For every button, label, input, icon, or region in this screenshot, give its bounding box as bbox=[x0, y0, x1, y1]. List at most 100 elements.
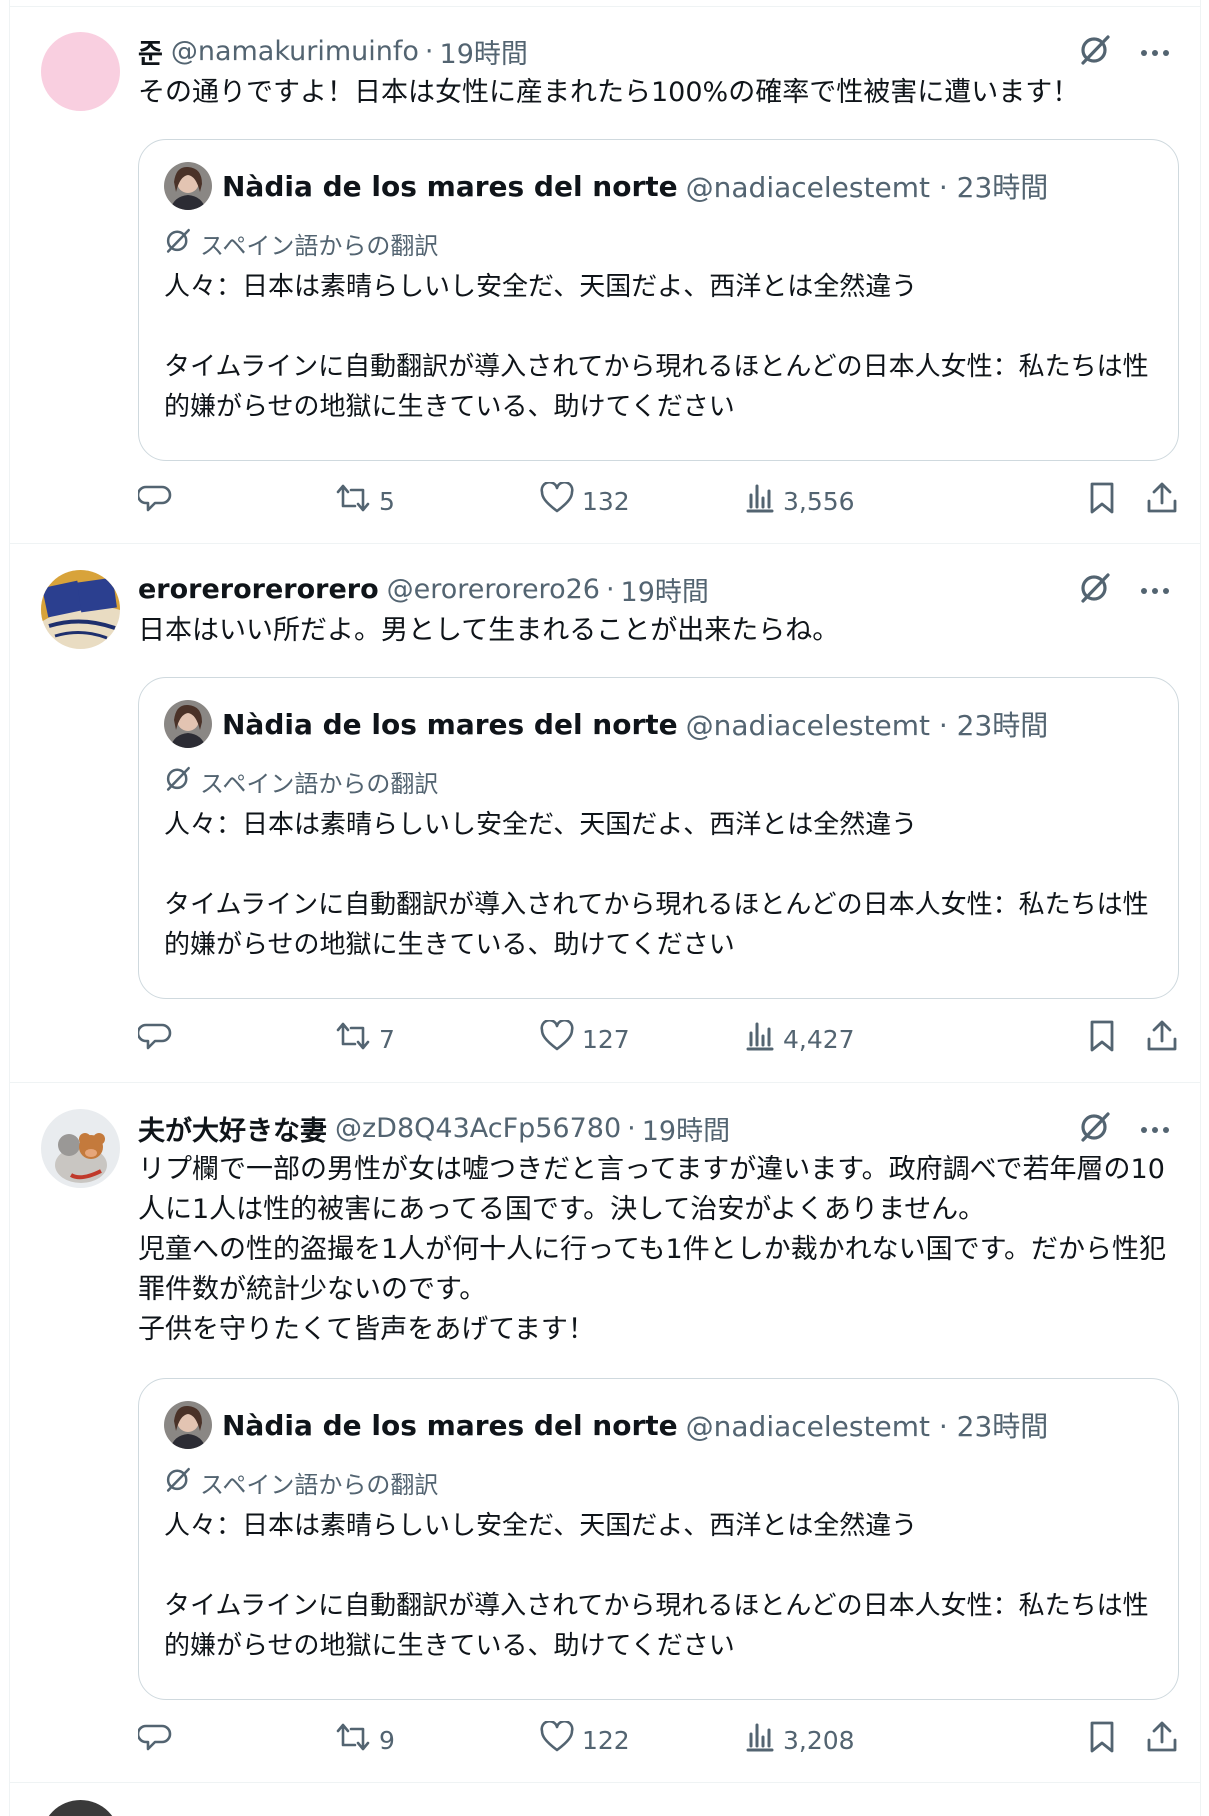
reply-icon bbox=[136, 481, 172, 521]
views-icon bbox=[745, 1021, 775, 1057]
action-bar: 7 127 4,427 bbox=[136, 1018, 1182, 1059]
separator-dot: · bbox=[627, 1112, 636, 1144]
quoted-author-handle: @nadiacelestemt · 23時間 bbox=[685, 709, 1049, 742]
more-icon[interactable] bbox=[1140, 580, 1170, 599]
post-header: 준 @namakurimuinfo · 19時間 bbox=[138, 31, 1170, 71]
quoted-post[interactable]: Nàdia de los mares del norte @nadiaceles… bbox=[138, 677, 1179, 999]
translate-icon bbox=[164, 1465, 192, 1499]
reply-icon bbox=[136, 1720, 172, 1760]
quoted-text-line: タイムラインに自動翻訳が導入されてから現れるほとんどの日本人女性：私たちは性的嫌… bbox=[164, 352, 1149, 422]
retweet-button[interactable]: 5 bbox=[335, 481, 395, 521]
action-bar: 9 122 3,208 bbox=[136, 1719, 1182, 1760]
views-button[interactable]: 3,208 bbox=[745, 1720, 855, 1760]
bookmark-icon bbox=[1087, 481, 1117, 521]
like-button[interactable]: 122 bbox=[540, 1719, 630, 1760]
author-handle[interactable]: @namakurimuinfo bbox=[171, 36, 419, 67]
post-header: erorerorerorero @erorerorero26 · 19時間 bbox=[138, 569, 1170, 609]
like-icon bbox=[540, 1719, 574, 1759]
grok-icon[interactable] bbox=[1078, 1109, 1112, 1147]
grok-icon[interactable] bbox=[1078, 570, 1112, 608]
quoted-post[interactable]: Nàdia de los mares del norte @nadiaceles… bbox=[138, 1378, 1179, 1700]
quoted-text: 人々：日本は素晴らしいし安全だ、天国だよ、西洋とは全然違う タイムラインに自動翻… bbox=[164, 805, 1164, 965]
quoted-avatar bbox=[164, 700, 212, 748]
more-icon[interactable] bbox=[1140, 1119, 1170, 1138]
post-text: その通りですよ！日本は女性に産まれたら100%の確率で性被害に遭います！ bbox=[138, 77, 1080, 108]
translation-label: スペイン語からの翻訳 bbox=[164, 226, 439, 260]
retweet-button[interactable]: 7 bbox=[335, 1019, 395, 1059]
translate-icon bbox=[164, 764, 192, 798]
timestamp[interactable]: 19時間 bbox=[621, 570, 709, 609]
quoted-post[interactable]: Nàdia de los mares del norte @nadiaceles… bbox=[138, 139, 1179, 461]
quoted-text: 人々：日本は素晴らしいし安全だ、天国だよ、西洋とは全然違う タイムラインに自動翻… bbox=[164, 1506, 1164, 1666]
like-icon bbox=[540, 1018, 574, 1058]
translation-text: スペイン語からの翻訳 bbox=[200, 1470, 439, 1499]
quoted-author-handle: @nadiacelestemt · 23時間 bbox=[685, 1410, 1049, 1443]
retweet-icon bbox=[335, 1020, 371, 1058]
avatar[interactable] bbox=[41, 1109, 120, 1188]
bookmark-button[interactable] bbox=[1087, 1019, 1117, 1059]
next-post-avatar[interactable] bbox=[41, 1800, 120, 1816]
author-handle[interactable]: @zD8Q43AcFp56780 bbox=[335, 1113, 621, 1144]
quoted-author-name: Nàdia de los mares del norte bbox=[222, 1408, 678, 1442]
views-button[interactable]: 4,427 bbox=[745, 1019, 855, 1059]
retweet-button[interactable]: 9 bbox=[335, 1720, 395, 1760]
like-count: 132 bbox=[582, 486, 630, 516]
share-button[interactable] bbox=[1146, 481, 1178, 521]
quoted-text-line: タイムラインに自動翻訳が導入されてから現れるほとんどの日本人女性：私たちは性的嫌… bbox=[164, 890, 1149, 960]
author-name[interactable]: 夫が大好きな妻 bbox=[138, 1109, 327, 1148]
post-text: リプ欄で一部の男性が女は嘘つきだと言ってますが違います。政府調べで若年層の10人… bbox=[138, 1154, 1166, 1345]
reply-button[interactable] bbox=[136, 481, 172, 521]
retweet-count: 7 bbox=[379, 1024, 395, 1054]
author-name[interactable]: erorerorerorero bbox=[138, 574, 379, 605]
translation-label: スペイン語からの翻訳 bbox=[164, 1465, 439, 1499]
like-icon bbox=[540, 480, 574, 520]
quoted-text-line: 人々：日本は素晴らしいし安全だ、天国だよ、西洋とは全然違う bbox=[164, 1511, 918, 1541]
grok-icon[interactable] bbox=[1078, 32, 1112, 70]
like-button[interactable]: 127 bbox=[540, 1018, 630, 1059]
quoted-author-handle: @nadiacelestemt · 23時間 bbox=[685, 171, 1049, 204]
timestamp[interactable]: 19時間 bbox=[440, 32, 528, 71]
quoted-author-name: Nàdia de los mares del norte bbox=[222, 707, 678, 741]
share-button[interactable] bbox=[1146, 1720, 1178, 1760]
retweet-icon bbox=[335, 1721, 371, 1759]
share-button[interactable] bbox=[1146, 1019, 1178, 1059]
post[interactable]: erorerorerorero @erorerorero26 · 19時間 日本… bbox=[10, 544, 1200, 1083]
post[interactable]: 夫が大好きな妻 @zD8Q43AcFp56780 · 19時間 リプ欄で一部の男… bbox=[10, 1083, 1200, 1783]
views-icon bbox=[745, 483, 775, 519]
author-name[interactable]: 준 bbox=[138, 32, 163, 71]
views-count: 3,556 bbox=[783, 486, 855, 516]
like-button[interactable]: 132 bbox=[540, 480, 630, 521]
views-button[interactable]: 3,556 bbox=[745, 481, 855, 521]
avatar[interactable] bbox=[41, 32, 120, 111]
bookmark-icon bbox=[1087, 1019, 1117, 1059]
quoted-text-line: タイムラインに自動翻訳が導入されてから現れるほとんどの日本人女性：私たちは性的嫌… bbox=[164, 1591, 1149, 1661]
share-icon bbox=[1146, 1720, 1178, 1760]
avatar[interactable] bbox=[41, 570, 120, 649]
retweet-count: 9 bbox=[379, 1725, 395, 1755]
action-bar: 5 132 3,556 bbox=[136, 480, 1182, 521]
separator-dot: · bbox=[424, 35, 434, 67]
bookmark-button[interactable] bbox=[1087, 481, 1117, 521]
reply-button[interactable] bbox=[136, 1019, 172, 1059]
quoted-avatar bbox=[164, 1401, 212, 1449]
post-header: 夫が大好きな妻 @zD8Q43AcFp56780 · 19時間 bbox=[138, 1108, 1170, 1148]
like-count: 122 bbox=[582, 1725, 630, 1755]
quoted-avatar bbox=[164, 162, 212, 210]
retweet-icon bbox=[335, 482, 371, 520]
author-handle[interactable]: @erorerorero26 bbox=[387, 574, 600, 605]
bookmark-button[interactable] bbox=[1087, 1720, 1117, 1760]
quoted-text: 人々：日本は素晴らしいし安全だ、天国だよ、西洋とは全然違う タイムラインに自動翻… bbox=[164, 267, 1164, 427]
views-count: 4,427 bbox=[783, 1024, 855, 1054]
reply-icon bbox=[136, 1019, 172, 1059]
translate-icon bbox=[164, 226, 192, 260]
translation-text: スペイン語からの翻訳 bbox=[200, 231, 439, 260]
timestamp[interactable]: 19時間 bbox=[642, 1109, 730, 1148]
post[interactable]: 준 @namakurimuinfo · 19時間 その通りですよ！日本は女性に産… bbox=[10, 7, 1200, 544]
translation-text: スペイン語からの翻訳 bbox=[200, 769, 439, 798]
reply-button[interactable] bbox=[136, 1720, 172, 1760]
retweet-count: 5 bbox=[379, 486, 395, 516]
more-icon[interactable] bbox=[1140, 42, 1170, 61]
like-count: 127 bbox=[582, 1024, 630, 1054]
views-icon bbox=[745, 1722, 775, 1758]
views-count: 3,208 bbox=[783, 1725, 855, 1755]
